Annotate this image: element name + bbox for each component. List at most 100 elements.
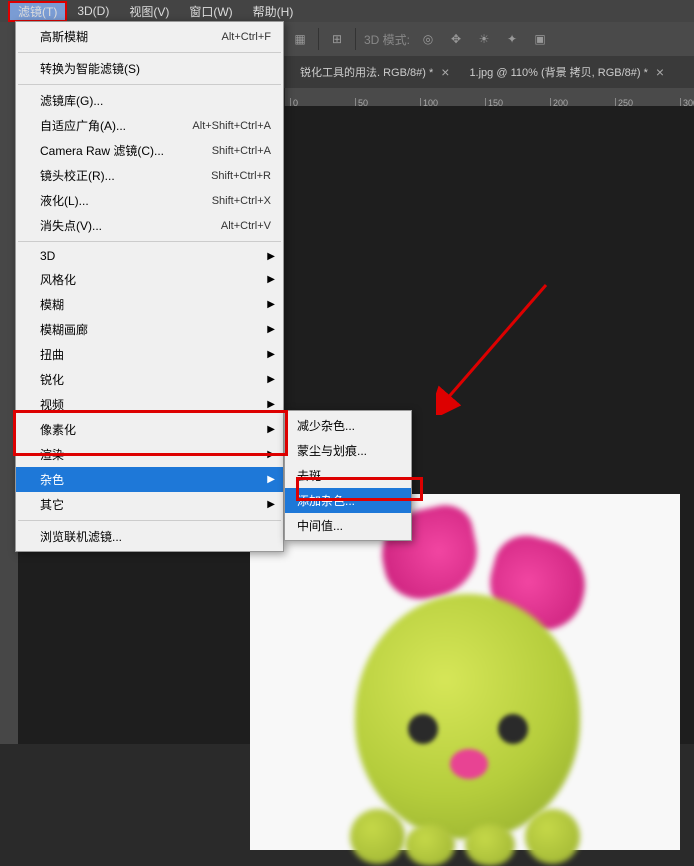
chevron-right-icon: ▶ xyxy=(267,499,275,510)
ruler-mark: 300 xyxy=(680,98,694,106)
menu-item[interactable]: Camera Raw 滤镜(C)... Shift+Ctrl+A xyxy=(16,138,283,163)
chevron-right-icon: ▶ xyxy=(267,474,275,485)
horizontal-ruler: 0 50 100 150 200 250 300 xyxy=(285,88,694,106)
chevron-right-icon: ▶ xyxy=(267,374,275,385)
menu-item-label: 3D xyxy=(40,249,55,263)
ruler-mark: 150 xyxy=(485,98,503,106)
menu-item-label: 高斯模糊 xyxy=(40,28,88,45)
menu-item[interactable]: 其它 ▶ xyxy=(16,492,283,517)
chevron-right-icon: ▶ xyxy=(267,399,275,410)
plush-foot xyxy=(405,824,455,866)
menu-shortcut: Shift+Ctrl+R xyxy=(211,170,271,182)
close-icon[interactable]: × xyxy=(441,64,449,80)
tab-label: 1.jpg @ 110% (背景 拷贝, RGB/8#) * xyxy=(469,64,647,80)
menu-item[interactable]: 3D ▶ xyxy=(16,245,283,267)
menu-item[interactable]: 液化(L)...Shift+Ctrl+X xyxy=(16,188,283,213)
menu-item-label: 浏览联机滤镜... xyxy=(40,528,122,545)
chevron-right-icon: ▶ xyxy=(267,251,275,262)
menu-item-label: 渲染 xyxy=(40,446,64,463)
menu-item[interactable]: 滤镜库(G)... xyxy=(16,88,283,113)
grid-icon[interactable]: ▦ xyxy=(290,29,310,49)
menu-item-label: 扭曲 xyxy=(40,346,64,363)
menu-help[interactable]: 帮助(H) xyxy=(243,1,304,22)
menu-item[interactable]: 风格化 ▶ xyxy=(16,267,283,292)
plush-foot xyxy=(525,809,580,864)
menu-item[interactable]: 消失点(V)... Alt+Ctrl+V xyxy=(16,213,283,238)
plush-body xyxy=(355,594,580,839)
menu-item[interactable]: 扭曲 ▶ xyxy=(16,342,283,367)
pan-icon[interactable]: ✥ xyxy=(446,29,466,49)
plush-nose xyxy=(450,749,488,779)
document-image xyxy=(250,494,680,850)
chevron-right-icon: ▶ xyxy=(267,424,275,435)
plush-foot xyxy=(350,809,405,864)
menu-item-label: 滤镜库(G)... xyxy=(40,92,103,109)
move-icon[interactable]: ✦ xyxy=(502,29,522,49)
menu-item[interactable]: 视频▶ xyxy=(16,392,283,417)
menu-item-label: 风格化 xyxy=(40,271,76,288)
separator-icon xyxy=(318,28,319,50)
ruler-mark: 200 xyxy=(550,98,568,106)
menu-item[interactable]: 像素化 ▶ xyxy=(16,417,283,442)
menu-item-label: 像素化 xyxy=(40,421,76,438)
plush-eye xyxy=(408,714,438,744)
menu-item[interactable]: 自适应广角(A)... Alt+Shift+Ctrl+A xyxy=(16,113,283,138)
menu-separator xyxy=(18,52,281,53)
align-icon[interactable]: ⊞ xyxy=(327,29,347,49)
chevron-right-icon: ▶ xyxy=(267,274,275,285)
light-icon[interactable]: ☀ xyxy=(474,29,494,49)
menu-filter[interactable]: 滤镜(T) xyxy=(8,1,67,22)
menu-item[interactable]: 浏览联机滤镜... xyxy=(16,524,283,549)
menu-item[interactable]: 模糊▶ xyxy=(16,292,283,317)
submenu-item[interactable]: 去斑 xyxy=(285,463,411,488)
filter-dropdown-menu: 高斯模糊 Alt+Ctrl+F 转换为智能滤镜(S) 滤镜库(G)... 自适应广角(A… xyxy=(15,21,284,552)
menu-item[interactable]: 高斯模糊 Alt+Ctrl+F xyxy=(16,24,283,49)
menu-item-label: 镜头校正(R)... xyxy=(40,167,115,184)
menu-item[interactable]: 渲染 ▶ xyxy=(16,442,283,467)
noise-submenu: 减少杂色...蒙尘与划痕...去斑添加杂色...中间值... xyxy=(284,410,412,541)
tab-doc-1[interactable]: 锐化工具的用法. RGB/8#) * × xyxy=(290,56,459,88)
close-icon[interactable]: × xyxy=(656,64,664,80)
submenu-item[interactable]: 减少杂色... xyxy=(285,413,411,438)
menu-shortcut: Alt+Shift+Ctrl+A xyxy=(192,120,271,132)
submenu-item[interactable]: 中间值... xyxy=(285,513,411,538)
menu-shortcut: Shift+Ctrl+X xyxy=(212,195,271,207)
ruler-mark: 50 xyxy=(355,98,368,106)
menubar: 滤镜(T) 3D(D) 视图(V) 窗口(W) 帮助(H) xyxy=(0,0,694,22)
chevron-right-icon: ▶ xyxy=(267,349,275,360)
menu-item[interactable]: 杂色 ▶ xyxy=(16,467,283,492)
menu-3d[interactable]: 3D(D) xyxy=(67,2,119,20)
plush-foot xyxy=(465,824,515,866)
menu-shortcut: Alt+Ctrl+V xyxy=(221,220,271,232)
submenu-item[interactable]: 添加杂色... xyxy=(285,488,411,513)
menu-item-label: 其它 xyxy=(40,496,64,513)
menu-separator xyxy=(18,241,281,242)
tab-doc-2[interactable]: 1.jpg @ 110% (背景 拷贝, RGB/8#) * × xyxy=(459,56,674,88)
mode-label: 3D 模式: xyxy=(364,31,410,48)
menu-view[interactable]: 视图(V) xyxy=(119,1,179,22)
menu-item-label: 模糊画廊 xyxy=(40,321,88,338)
menu-shortcut: Shift+Ctrl+A xyxy=(212,145,271,157)
menu-window[interactable]: 窗口(W) xyxy=(179,1,242,22)
menu-item[interactable]: 转换为智能滤镜(S) xyxy=(16,56,283,81)
menu-shortcut: Alt+Ctrl+F xyxy=(221,31,271,43)
submenu-item[interactable]: 蒙尘与划痕... xyxy=(285,438,411,463)
orbit-icon[interactable]: ◎ xyxy=(418,29,438,49)
chevron-right-icon: ▶ xyxy=(267,449,275,460)
menu-item[interactable]: 模糊画廊 ▶ xyxy=(16,317,283,342)
menu-item-label: 转换为智能滤镜(S) xyxy=(40,60,140,77)
ruler-mark: 250 xyxy=(615,98,633,106)
menu-item[interactable]: 锐化▶ xyxy=(16,367,283,392)
menu-item-label: 杂色 xyxy=(40,471,64,488)
menu-item[interactable]: 镜头校正(R)... Shift+Ctrl+R xyxy=(16,163,283,188)
chevron-right-icon: ▶ xyxy=(267,324,275,335)
menu-separator xyxy=(18,520,281,521)
tab-label: 锐化工具的用法. RGB/8#) * xyxy=(300,64,433,80)
menu-item-label: 自适应广角(A)... xyxy=(40,117,126,134)
menu-item-label: Camera Raw 滤镜(C)... xyxy=(40,142,164,159)
camera-icon[interactable]: ▣ xyxy=(530,29,550,49)
ruler-mark: 100 xyxy=(420,98,438,106)
ruler-mark: 0 xyxy=(290,98,298,106)
menu-item-label: 模糊 xyxy=(40,296,64,313)
menu-item-label: 消失点(V)... xyxy=(40,217,102,234)
